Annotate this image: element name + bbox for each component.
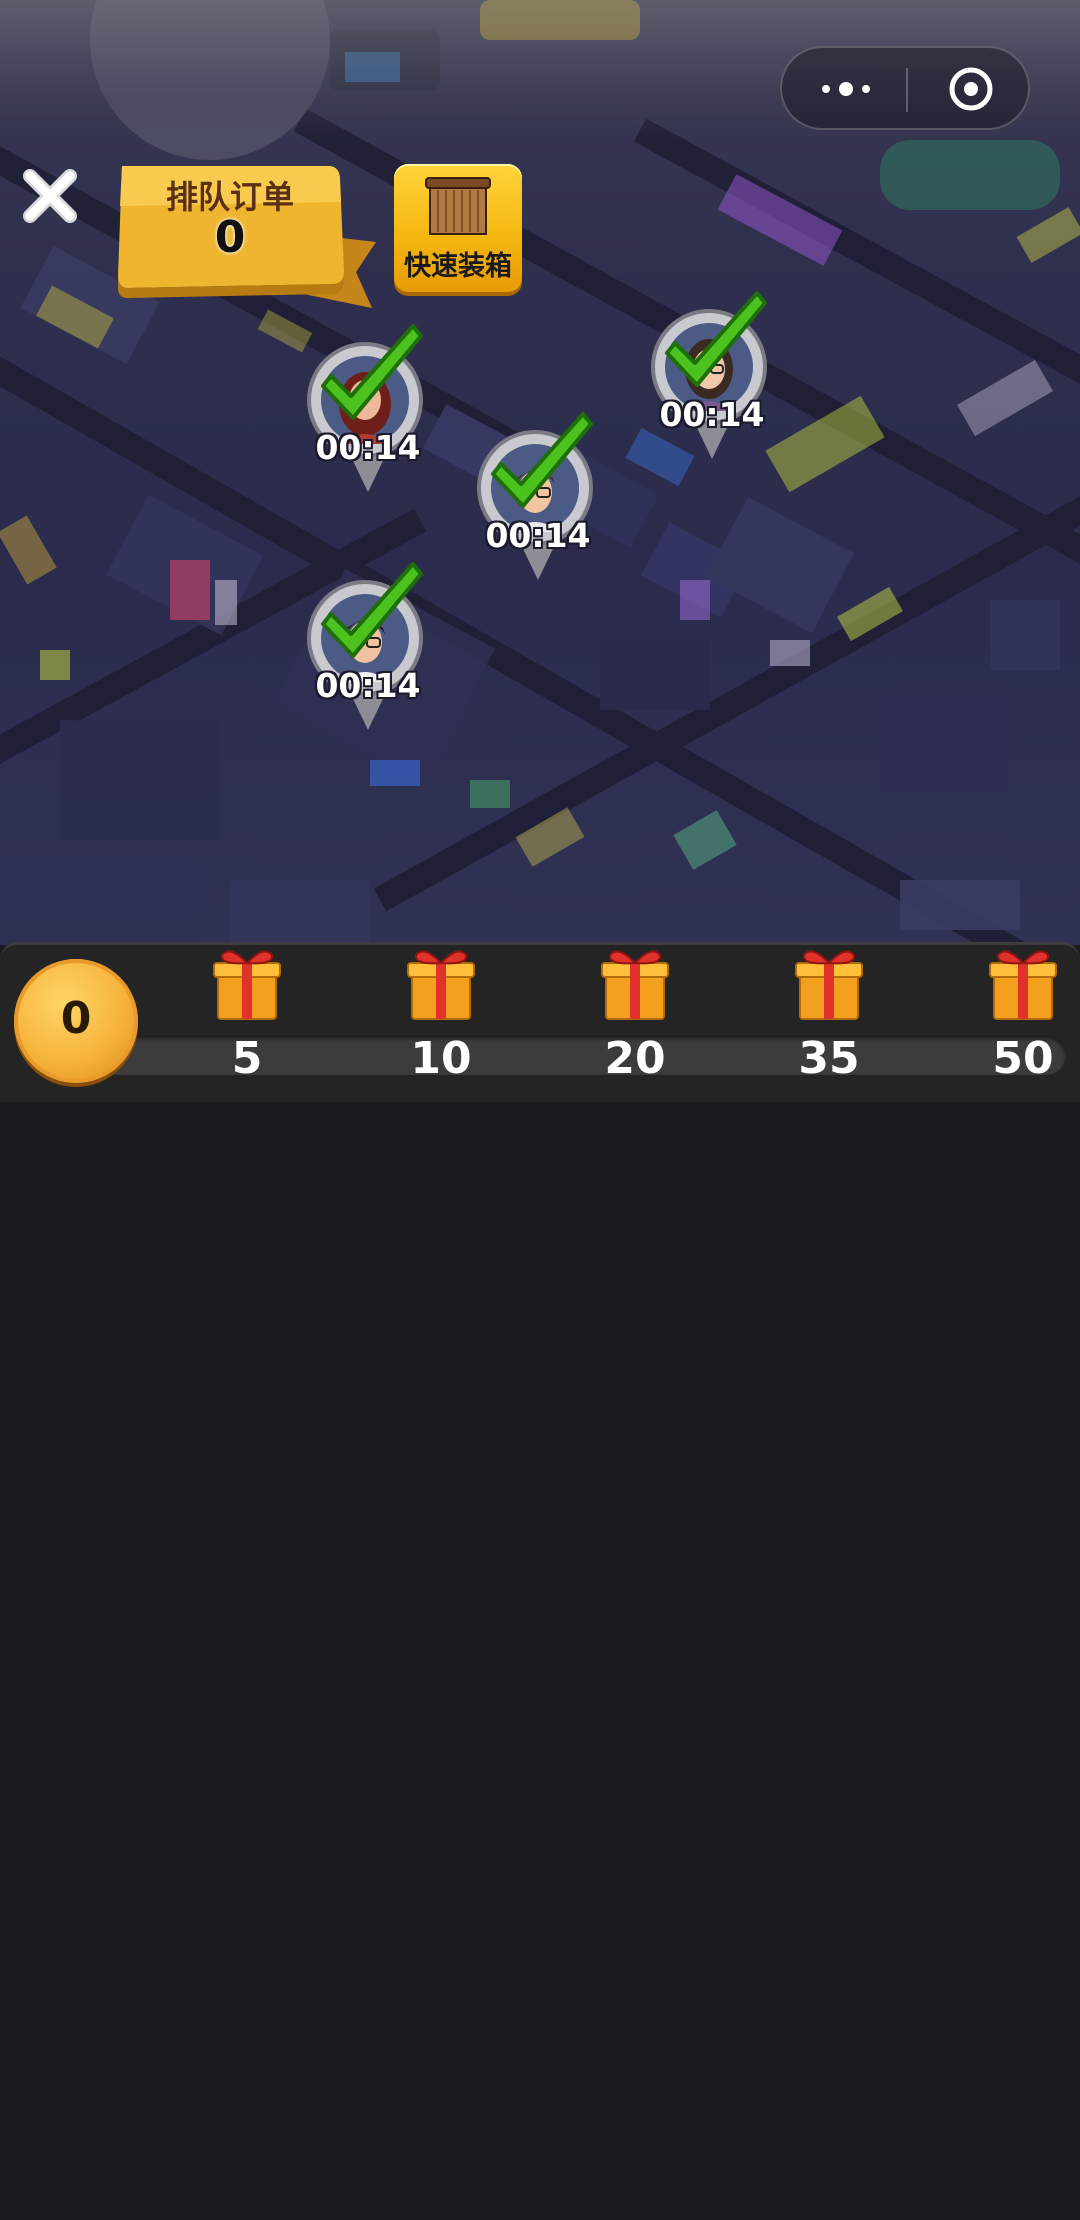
milestone-value: 35: [798, 1033, 860, 1084]
customer-timer: 00:14: [315, 428, 421, 467]
customer-marker[interactable]: 00:14: [647, 287, 777, 459]
reward-milestone[interactable]: 50: [968, 945, 1078, 1095]
mini-program-capsule: [780, 46, 1030, 130]
reward-progress-bar: 0 5 10 20 35 50: [0, 942, 1080, 1102]
customer-timer: 00:14: [315, 666, 421, 705]
milestone-value: 20: [604, 1033, 666, 1084]
customer-marker[interactable]: 00:14: [303, 320, 433, 492]
reward-milestone[interactable]: 20: [580, 945, 690, 1095]
customer-timer: 00:14: [485, 516, 591, 555]
customer-marker[interactable]: 00:14: [303, 558, 433, 730]
target-icon[interactable]: [948, 66, 994, 112]
queue-orders-banner: 排队订单 0: [118, 162, 378, 312]
gift-icon: [795, 950, 863, 1020]
close-button[interactable]: [18, 164, 82, 228]
quick-pack-button[interactable]: 快速装箱: [394, 164, 522, 292]
reward-milestone[interactable]: 35: [774, 945, 884, 1095]
milestone-value: 5: [231, 1033, 263, 1084]
current-score: 0: [60, 993, 92, 1044]
quick-pack-label: 快速装箱: [404, 251, 512, 282]
gift-icon: [989, 950, 1057, 1020]
close-icon: [23, 169, 77, 223]
gift-icon: [407, 950, 475, 1020]
queue-count: 0: [214, 212, 246, 263]
milestone-value: 10: [410, 1033, 472, 1084]
more-dots-icon[interactable]: [818, 78, 874, 100]
reward-milestone[interactable]: 5: [192, 945, 302, 1095]
milestone-value: 50: [992, 1033, 1054, 1084]
reward-milestone[interactable]: 10: [386, 945, 496, 1095]
customer-marker[interactable]: 00:14: [473, 408, 603, 580]
customer-timer: 00:14: [659, 395, 765, 434]
score-coin: 0: [14, 959, 138, 1083]
crate-icon: [425, 177, 491, 235]
gift-icon: [213, 950, 281, 1020]
gift-icon: [601, 950, 669, 1020]
capsule-divider: [906, 68, 908, 112]
